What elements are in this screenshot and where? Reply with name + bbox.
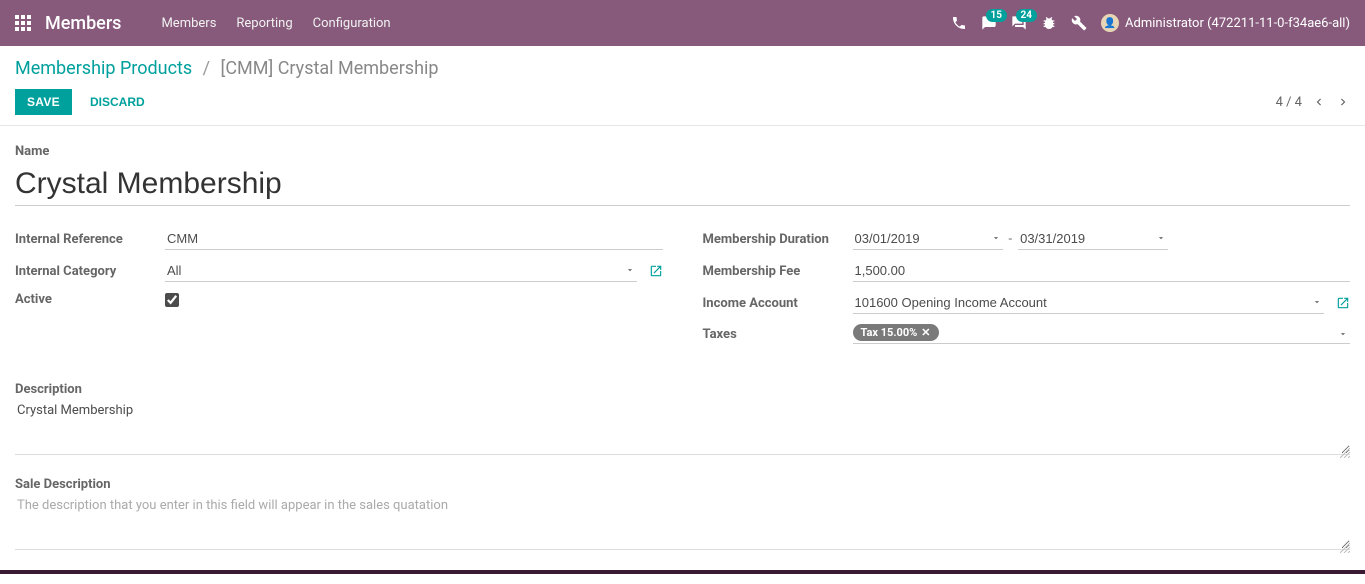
messages-icon[interactable]: 15 bbox=[981, 15, 997, 31]
avatar-icon: 👤 bbox=[1101, 14, 1119, 32]
pager-prev-icon[interactable] bbox=[1312, 95, 1326, 109]
nav-members[interactable]: Members bbox=[161, 16, 216, 31]
tax-tag-label: Tax 15.00% bbox=[861, 326, 918, 339]
external-link-icon[interactable] bbox=[1336, 296, 1350, 310]
actionbar: SAVE DISCARD 4 / 4 bbox=[0, 85, 1365, 126]
wrench-icon[interactable] bbox=[1071, 15, 1087, 31]
discard-button[interactable]: DISCARD bbox=[78, 89, 157, 115]
left-col: Internal Reference Internal Category Act… bbox=[15, 228, 663, 354]
chevron-down-icon bbox=[1338, 328, 1348, 343]
breadcrumb-parent[interactable]: Membership Products bbox=[15, 58, 192, 79]
active-label: Active bbox=[15, 292, 165, 307]
nav-reporting[interactable]: Reporting bbox=[236, 16, 292, 31]
chat-icon[interactable]: 24 bbox=[1011, 15, 1027, 31]
right-col: Membership Duration - bbox=[703, 228, 1351, 354]
icat-label: Internal Category bbox=[15, 264, 165, 279]
breadcrumb-sep: / bbox=[203, 58, 210, 79]
tax-tag: Tax 15.00% ✕ bbox=[853, 324, 939, 341]
name-label: Name bbox=[15, 144, 1350, 159]
top-nav: Members Reporting Configuration bbox=[161, 16, 390, 31]
fee-input[interactable] bbox=[853, 260, 1351, 282]
chat-badge: 24 bbox=[1016, 9, 1037, 22]
topbar: Members Members Reporting Configuration … bbox=[0, 0, 1365, 46]
pager-text: 4 / 4 bbox=[1276, 95, 1302, 110]
dur-to-input[interactable] bbox=[1018, 228, 1168, 250]
user-menu[interactable]: 👤 Administrator (472211-11-0-f34ae6-all) bbox=[1101, 14, 1350, 32]
sale-textarea[interactable] bbox=[15, 496, 1350, 550]
form-area: Name Internal Reference Internal Categor… bbox=[0, 126, 1365, 584]
desc-textarea[interactable] bbox=[15, 401, 1350, 455]
dur-label: Membership Duration bbox=[703, 232, 853, 247]
name-input[interactable] bbox=[15, 163, 1350, 206]
user-label: Administrator (472211-11-0-f34ae6-all) bbox=[1125, 16, 1350, 31]
tax-label: Taxes bbox=[703, 327, 853, 342]
apps-icon[interactable] bbox=[15, 15, 31, 31]
bottom-bar bbox=[0, 570, 1365, 574]
fee-label: Membership Fee bbox=[703, 264, 853, 279]
app-title: Members bbox=[45, 13, 121, 34]
tag-remove-icon[interactable]: ✕ bbox=[921, 326, 930, 339]
phone-icon[interactable] bbox=[951, 15, 967, 31]
tax-tags-input[interactable]: Tax 15.00% ✕ bbox=[853, 324, 1351, 344]
desc-label: Description bbox=[15, 382, 1350, 397]
breadcrumb: Membership Products / [CMM] Crystal Memb… bbox=[15, 58, 439, 79]
bug-icon[interactable] bbox=[1041, 15, 1057, 31]
iref-label: Internal Reference bbox=[15, 232, 165, 247]
pager-next-icon[interactable] bbox=[1336, 95, 1350, 109]
inc-label: Income Account bbox=[703, 296, 853, 311]
inc-input[interactable] bbox=[853, 292, 1325, 314]
icat-input[interactable] bbox=[165, 260, 637, 282]
save-button[interactable]: SAVE bbox=[15, 89, 72, 115]
nav-configuration[interactable]: Configuration bbox=[313, 16, 391, 31]
dash: - bbox=[1009, 232, 1013, 247]
breadcrumb-current: [CMM] Crystal Membership bbox=[221, 58, 439, 79]
external-link-icon[interactable] bbox=[649, 264, 663, 278]
active-checkbox[interactable] bbox=[165, 293, 179, 307]
breadcrumb-row: Membership Products / [CMM] Crystal Memb… bbox=[0, 46, 1365, 85]
sale-label: Sale Description bbox=[15, 477, 1350, 492]
iref-input[interactable] bbox=[165, 228, 663, 250]
dur-from-input[interactable] bbox=[853, 228, 1003, 250]
pager: 4 / 4 bbox=[1276, 95, 1350, 110]
messages-badge: 15 bbox=[986, 9, 1007, 22]
topbar-right: 15 24 👤 Administrator (472211-11-0-f34ae… bbox=[951, 14, 1350, 32]
